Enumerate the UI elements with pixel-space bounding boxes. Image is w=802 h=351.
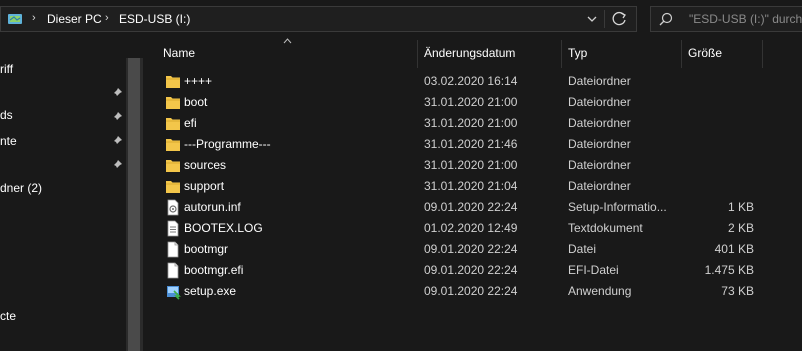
navigation-pane: riff ds nte dner (2) cte xyxy=(0,40,125,351)
file-name: boot xyxy=(184,95,208,109)
file-date: 31.01.2020 21:00 xyxy=(424,95,518,109)
column-name[interactable]: Name xyxy=(163,46,195,60)
file-row[interactable]: support 31.01.2020 21:04 Dateiordner xyxy=(155,176,802,197)
folder-icon xyxy=(165,73,181,90)
breadcrumb-drive[interactable]: ESD-USB (I:) xyxy=(119,12,190,26)
file-row[interactable]: autorun.inf 09.01.2020 22:24 Setup-Informa… xyxy=(155,197,802,218)
nav-item[interactable]: ds xyxy=(0,106,13,124)
file-name: bootmgr.efi xyxy=(184,263,244,277)
file-row[interactable]: bootmgr.efi 09.01.2020 22:24 EFI-Datei 1.47… xyxy=(155,260,802,281)
folder-icon xyxy=(165,94,181,111)
search-box[interactable]: "ESD-USB (I:)" durchs xyxy=(650,6,802,32)
folder-icon xyxy=(165,178,181,195)
file-date: 03.02.2020 16:14 xyxy=(424,74,518,88)
folder-icon xyxy=(165,115,181,132)
chevron-right-icon: › xyxy=(32,12,36,24)
file-size: 73 KB xyxy=(721,284,754,298)
file-name: BOOTEX.LOG xyxy=(184,221,263,235)
column-header: Name Änderungsdatum Typ Größe xyxy=(155,40,802,68)
chevron-right-icon: › xyxy=(105,12,109,24)
file-name: setup.exe xyxy=(184,284,237,298)
file-row[interactable]: ---Programme--- 31.01.2020 21:46 Dateiordn… xyxy=(155,134,802,155)
file-row[interactable]: sources 31.01.2020 21:00 Dateiordner xyxy=(155,155,802,176)
search-placeholder: "ESD-USB (I:)" durchs xyxy=(689,12,802,26)
file-type: Dateiordner xyxy=(568,137,631,151)
divider xyxy=(604,10,605,28)
file-date: 31.01.2020 21:46 xyxy=(424,137,518,151)
nav-item[interactable]: nte xyxy=(0,132,17,150)
drive-icon xyxy=(8,14,22,24)
file-date: 01.02.2020 12:49 xyxy=(424,221,518,235)
column-size[interactable]: Größe xyxy=(688,46,722,60)
search-icon xyxy=(659,12,673,26)
file-row[interactable]: ++++ 03.02.2020 16:14 Dateiordner xyxy=(155,71,802,92)
file-icon xyxy=(165,241,181,258)
file-date: 09.01.2020 22:24 xyxy=(424,242,518,256)
file-date: 31.01.2020 21:00 xyxy=(424,158,518,172)
column-date[interactable]: Änderungsdatum xyxy=(424,46,515,60)
text-document-icon xyxy=(165,220,181,237)
file-name: ---Programme--- xyxy=(184,137,271,151)
pin-icon xyxy=(112,160,122,170)
application-icon xyxy=(165,283,181,300)
file-type: EFI-Datei xyxy=(568,263,619,277)
file-row[interactable]: bootmgr 09.01.2020 22:24 Datei 401 KB xyxy=(155,239,802,260)
pin-icon xyxy=(112,112,122,122)
file-size: 1 KB xyxy=(727,200,754,214)
file-type: Setup-Informatio... xyxy=(568,200,667,214)
nav-item[interactable]: cte xyxy=(0,307,16,325)
file-row[interactable]: setup.exe 09.01.2020 22:24 Anwendung 73 KB xyxy=(155,281,802,302)
file-row[interactable]: efi 31.01.2020 21:00 Dateiordner xyxy=(155,113,802,134)
file-size: 2 KB xyxy=(727,221,754,235)
column-divider[interactable] xyxy=(681,40,682,68)
nav-item[interactable]: riff xyxy=(0,60,13,78)
file-date: 31.01.2020 21:04 xyxy=(424,179,518,193)
setup-information-icon xyxy=(165,199,181,216)
file-name: autorun.inf xyxy=(184,200,241,214)
file-type: Anwendung xyxy=(568,284,632,298)
file-date: 31.01.2020 21:00 xyxy=(424,116,518,130)
nav-item[interactable]: dner (2) xyxy=(0,179,42,197)
file-name: efi xyxy=(184,116,197,130)
file-size: 1.475 KB xyxy=(704,263,754,277)
folder-icon xyxy=(165,136,181,153)
file-type: Dateiordner xyxy=(568,179,631,193)
file-type: Dateiordner xyxy=(568,116,631,130)
file-date: 09.01.2020 22:24 xyxy=(424,200,518,214)
file-date: 09.01.2020 22:24 xyxy=(424,284,518,298)
file-type: Dateiordner xyxy=(568,74,631,88)
file-row[interactable]: boot 31.01.2020 21:00 Dateiordner xyxy=(155,92,802,113)
file-name: ++++ xyxy=(184,74,213,88)
refresh-icon[interactable] xyxy=(610,10,630,28)
file-type: Dateiordner xyxy=(568,158,631,172)
column-type[interactable]: Typ xyxy=(568,46,587,60)
column-divider[interactable] xyxy=(561,40,562,68)
column-divider[interactable] xyxy=(417,40,418,68)
pin-icon xyxy=(112,88,122,98)
file-icon xyxy=(165,262,181,279)
column-divider[interactable] xyxy=(762,40,763,68)
file-row[interactable]: BOOTEX.LOG 01.02.2020 12:49 Textdokument 2 … xyxy=(155,218,802,239)
file-date: 09.01.2020 22:24 xyxy=(424,263,518,277)
chevron-down-icon[interactable] xyxy=(584,10,600,28)
breadcrumb-this-pc[interactable]: Dieser PC xyxy=(47,12,102,26)
file-type: Dateiordner xyxy=(568,95,631,109)
pin-icon xyxy=(112,136,122,146)
file-name: bootmgr xyxy=(184,242,229,256)
file-size: 401 KB xyxy=(714,242,754,256)
nav-scrollbar-thumb[interactable] xyxy=(128,58,140,351)
folder-icon xyxy=(165,157,181,174)
file-type: Datei xyxy=(568,242,597,256)
file-name: support xyxy=(184,179,225,193)
address-bar[interactable]: › Dieser PC › ESD-USB (I:) xyxy=(0,6,637,32)
file-type: Textdokument xyxy=(568,221,643,235)
file-name: sources xyxy=(184,158,227,172)
